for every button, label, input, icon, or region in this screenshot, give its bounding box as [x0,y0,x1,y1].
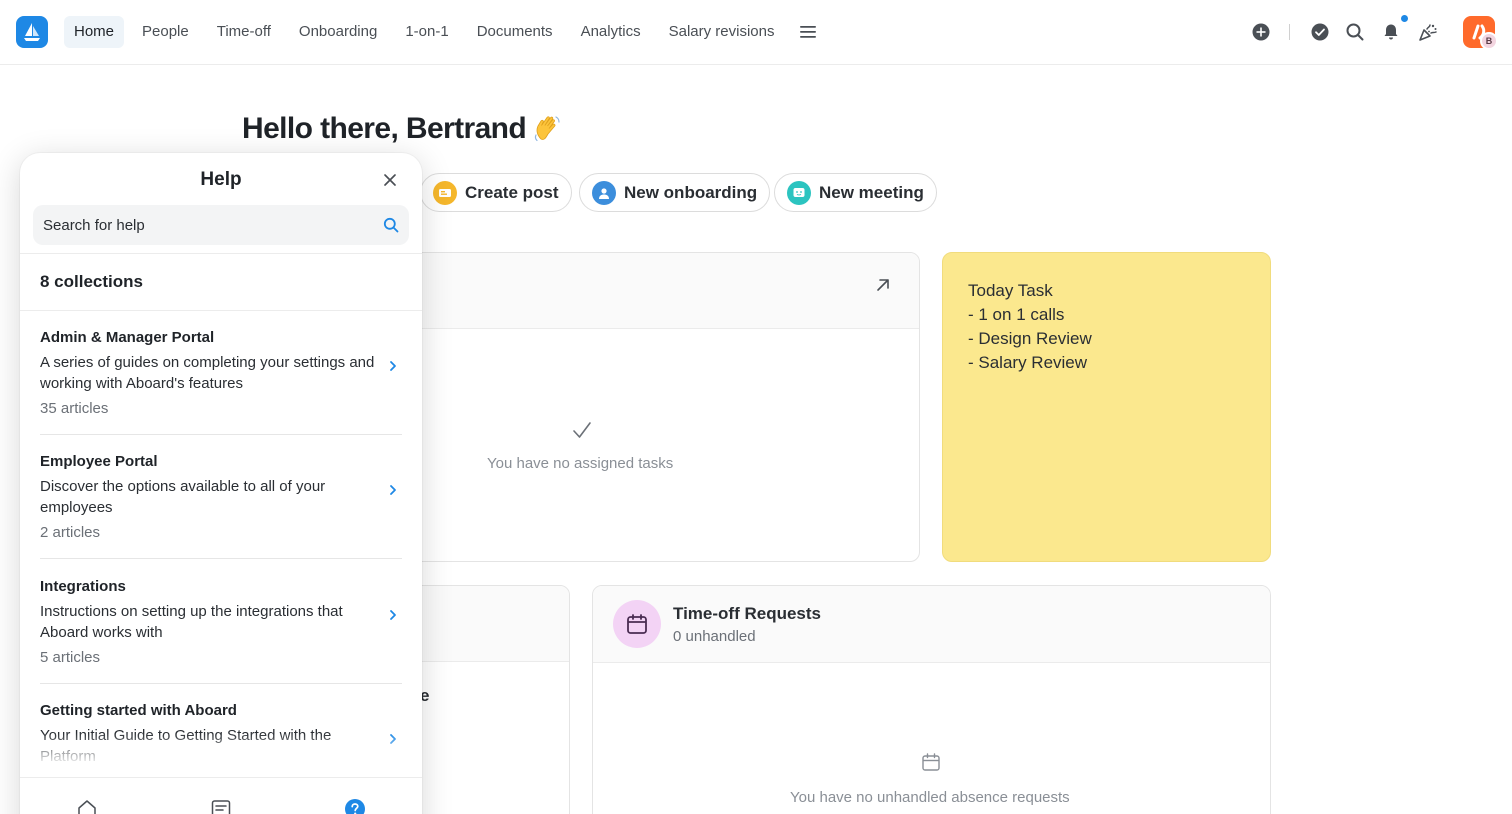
nav-people[interactable]: People [132,16,199,48]
collection-divider [40,558,402,559]
help-home-tab[interactable] [76,798,98,814]
collection-description: Discover the options available to all of… [40,478,326,516]
collection-title: Integrations [40,578,126,595]
time-off-card-header[interactable]: Time-off Requests 0 unhandled [593,586,1270,663]
calendar-empty-icon [922,753,940,771]
home-icon [78,800,96,814]
onboarding-icon [592,180,616,205]
help-search-input[interactable] [33,205,409,245]
no-tasks-message: You have no assigned tasks [487,455,674,472]
create-post-button[interactable]: Create post [420,173,572,212]
scroll-fade [20,733,422,763]
close-help-button[interactable] [380,170,400,190]
new-onboarding-label: New onboarding [624,182,758,202]
nav-documents[interactable]: Documents [467,16,563,48]
search-icon [1346,23,1364,41]
toolbar-divider [1289,24,1290,40]
nav-time-off[interactable]: Time-off [207,16,281,48]
nav-onboarding[interactable]: Onboarding [289,16,387,48]
help-divider [20,253,422,254]
new-onboarding-button[interactable]: New onboarding [579,173,771,212]
checkmark-icon [573,422,591,438]
help-messages-tab[interactable] [210,798,232,814]
more-menu-button[interactable] [792,16,824,48]
notifications-button[interactable] [1379,20,1403,44]
hamburger-icon [800,26,817,38]
collections-count: 8 collections [40,272,143,291]
chevron-right-icon [390,610,396,620]
collection-title: Employee Portal [40,453,158,470]
new-meeting-button[interactable]: New meeting [774,173,937,212]
note-line: Today Task [968,281,1053,300]
greeting-text: Hello there, Bertrand [242,112,527,145]
time-off-unhandled-count: 0 unhandled [673,628,756,645]
help-tab-bar [20,777,422,814]
nav-1-on-1[interactable]: 1-on-1 [395,16,458,48]
messages-icon [211,800,231,814]
plus-circle-icon [1252,23,1270,41]
no-absence-requests-message: You have no unhandled absence requests [790,789,1070,806]
collection-item[interactable]: Admin & Manager Portal A series of guide… [40,329,402,453]
collection-article-count: 2 articles [40,524,101,541]
sticky-note[interactable]: Today Task - 1 on 1 calls - Design Revie… [942,252,1271,562]
meeting-icon [787,180,811,205]
time-off-requests-card: Time-off Requests 0 unhandled You have n… [592,585,1271,814]
create-post-label: Create post [465,182,559,202]
post-icon [433,180,457,205]
collection-article-count: 5 articles [40,649,101,666]
help-help-tab[interactable] [344,798,366,814]
top-bar: Home People Time-off Onboarding 1-on-1 D… [0,0,1512,65]
note-line: - Salary Review [968,353,1088,372]
bell-icon [1384,24,1398,40]
tasks-card: You have no assigned tasks [380,252,920,562]
nav-salary-revisions[interactable]: Salary revisions [659,16,785,48]
tasks-card-header [381,253,919,329]
party-popper-icon [1419,24,1437,41]
calendar-icon [613,600,661,648]
collection-item[interactable]: Employee Portal Discover the options ava… [40,453,402,577]
nav-analytics[interactable]: Analytics [571,16,651,48]
page-greeting: Hello there, Bertrand [242,112,564,146]
note-line: - 1 on 1 calls [968,305,1065,324]
waving-hand-icon [532,113,564,145]
collection-title: Getting started with Aboard [40,702,237,719]
search-button[interactable] [1343,20,1367,44]
collection-description: Instructions on setting up the integrati… [40,603,343,641]
search-icon[interactable] [383,217,399,233]
help-title: Help [200,169,242,190]
close-icon [384,174,396,186]
check-circle-icon [1311,23,1329,41]
collection-title: Admin & Manager Portal [40,329,215,346]
new-meeting-label: New meeting [819,182,924,202]
main-nav: Home People Time-off Onboarding 1-on-1 D… [64,16,824,48]
notification-dot [1400,14,1409,23]
tasks-button[interactable] [1308,20,1332,44]
add-button[interactable] [1249,20,1273,44]
whats-new-button[interactable] [1416,20,1440,44]
nav-home[interactable]: Home [64,16,125,48]
help-panel: Help 8 collections Admin & Manager Porta… [20,153,422,814]
chevron-right-icon [390,361,396,371]
collection-item[interactable]: Integrations Instructions on setting up … [40,578,402,702]
note-line: - Design Review [968,329,1092,348]
time-off-title: Time-off Requests [673,604,821,623]
help-divider [20,310,422,311]
collection-description: A series of guides on completing your se… [40,354,375,392]
chevron-right-icon [390,485,396,495]
user-avatar[interactable]: B [1480,32,1498,50]
collection-article-count: 35 articles [40,400,109,417]
app-logo[interactable] [16,16,48,48]
expand-arrow-icon[interactable] [873,275,893,295]
sailboat-icon [24,23,40,41]
collection-divider [40,434,402,435]
collection-divider [40,683,402,684]
question-circle-icon [345,799,365,814]
